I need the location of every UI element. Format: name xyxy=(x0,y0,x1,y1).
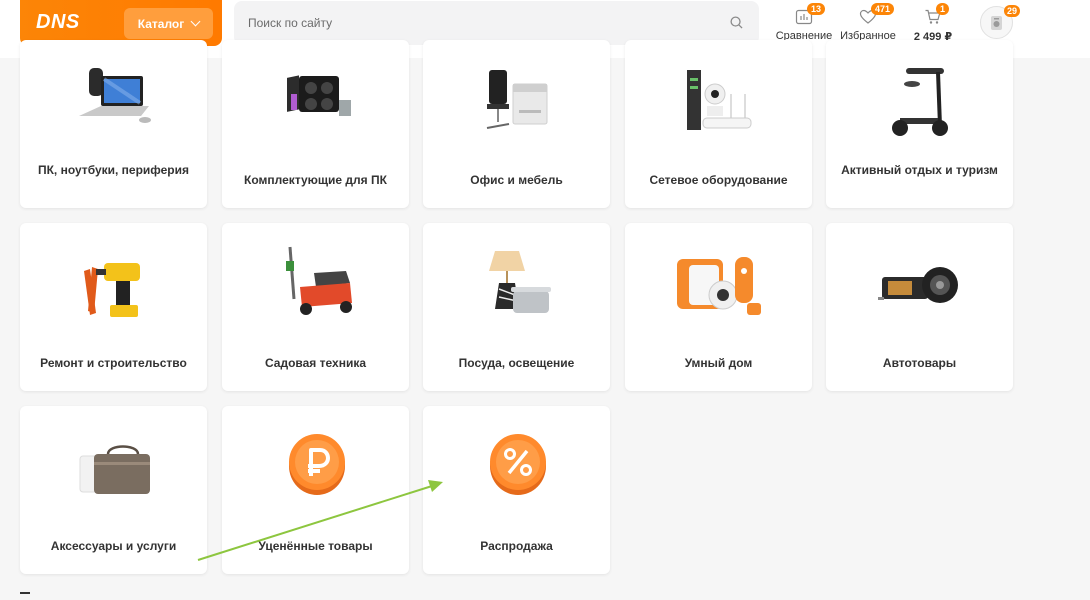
category-card-sale[interactable]: Распродажа xyxy=(423,406,610,574)
category-card-tableware[interactable]: Посуда, освещение xyxy=(423,223,610,391)
category-card-office[interactable]: Офис и мебель xyxy=(423,40,610,208)
category-title: Аксессуары и услуги xyxy=(50,539,177,553)
category-title: Ремонт и строительство xyxy=(40,356,187,370)
ruble-coin-icon xyxy=(289,434,345,495)
search-input[interactable] xyxy=(234,1,759,45)
favorites-link[interactable]: 471 Избранное xyxy=(840,3,896,44)
office-chair-image xyxy=(486,70,548,129)
category-title: Распродажа xyxy=(480,539,553,553)
search-bar xyxy=(234,1,759,45)
category-card-smart-home[interactable]: Умный дом xyxy=(625,223,812,391)
category-card-outdoor[interactable]: Активный отдых и туризм xyxy=(826,40,1013,208)
lamp-pot-image xyxy=(489,251,551,313)
category-card-repair[interactable]: Ремонт и строительство xyxy=(20,223,207,391)
category-title: Умный дом xyxy=(684,356,753,370)
drill-image xyxy=(84,263,140,317)
cart-count-badge: 1 xyxy=(936,3,950,15)
lawn-mower-image xyxy=(286,246,352,315)
chevron-down-icon xyxy=(190,16,201,27)
cart-link[interactable]: 1 2 499 ₽ xyxy=(912,3,954,44)
search-icon[interactable] xyxy=(730,16,743,29)
category-card-garden[interactable]: Садовая техника xyxy=(222,223,409,391)
gpu-image xyxy=(287,75,351,116)
category-title: Автотовары xyxy=(882,356,957,370)
category-title: Уценённые товары xyxy=(258,539,373,553)
category-title: Садовая техника xyxy=(264,356,367,370)
category-title: Посуда, освещение xyxy=(458,356,575,370)
dns-logo[interactable]: DNS xyxy=(36,11,80,34)
category-card-accessories[interactable]: Аксессуары и услуги xyxy=(20,406,207,574)
car-audio-image xyxy=(878,267,958,303)
scooter-image xyxy=(892,68,948,136)
page-footer-edge xyxy=(20,592,30,600)
profile-count-badge: 29 xyxy=(1004,5,1021,17)
percent-coin-icon xyxy=(490,434,546,495)
category-title: Активный отдых и туризм xyxy=(841,163,998,177)
category-card-pc[interactable]: ПК, ноутбуки, периферия xyxy=(20,40,207,208)
catalog-button[interactable]: Каталог xyxy=(124,8,213,39)
smart-devices-image xyxy=(677,257,761,315)
router-image xyxy=(687,70,752,130)
category-card-auto[interactable]: Автотовары xyxy=(826,223,1013,391)
catalog-label: Каталог xyxy=(137,16,185,31)
category-card-components[interactable]: Комплектующие для ПК xyxy=(222,40,409,208)
bag-image xyxy=(79,445,150,494)
category-title: Комплектующие для ПК xyxy=(244,173,387,187)
category-card-network[interactable]: Сетевое оборудование xyxy=(625,40,812,208)
laptop-image xyxy=(79,68,151,123)
category-title: Сетевое оборудование xyxy=(649,173,788,187)
category-card-markdown[interactable]: Уценённые товары xyxy=(222,406,409,574)
favorites-count-badge: 471 xyxy=(871,3,895,15)
compare-link[interactable]: 13 Сравнение xyxy=(776,3,832,44)
compare-count-badge: 13 xyxy=(807,3,826,15)
category-title: Офис и мебель xyxy=(470,173,563,187)
category-title: ПК, ноутбуки, периферия xyxy=(37,163,190,177)
